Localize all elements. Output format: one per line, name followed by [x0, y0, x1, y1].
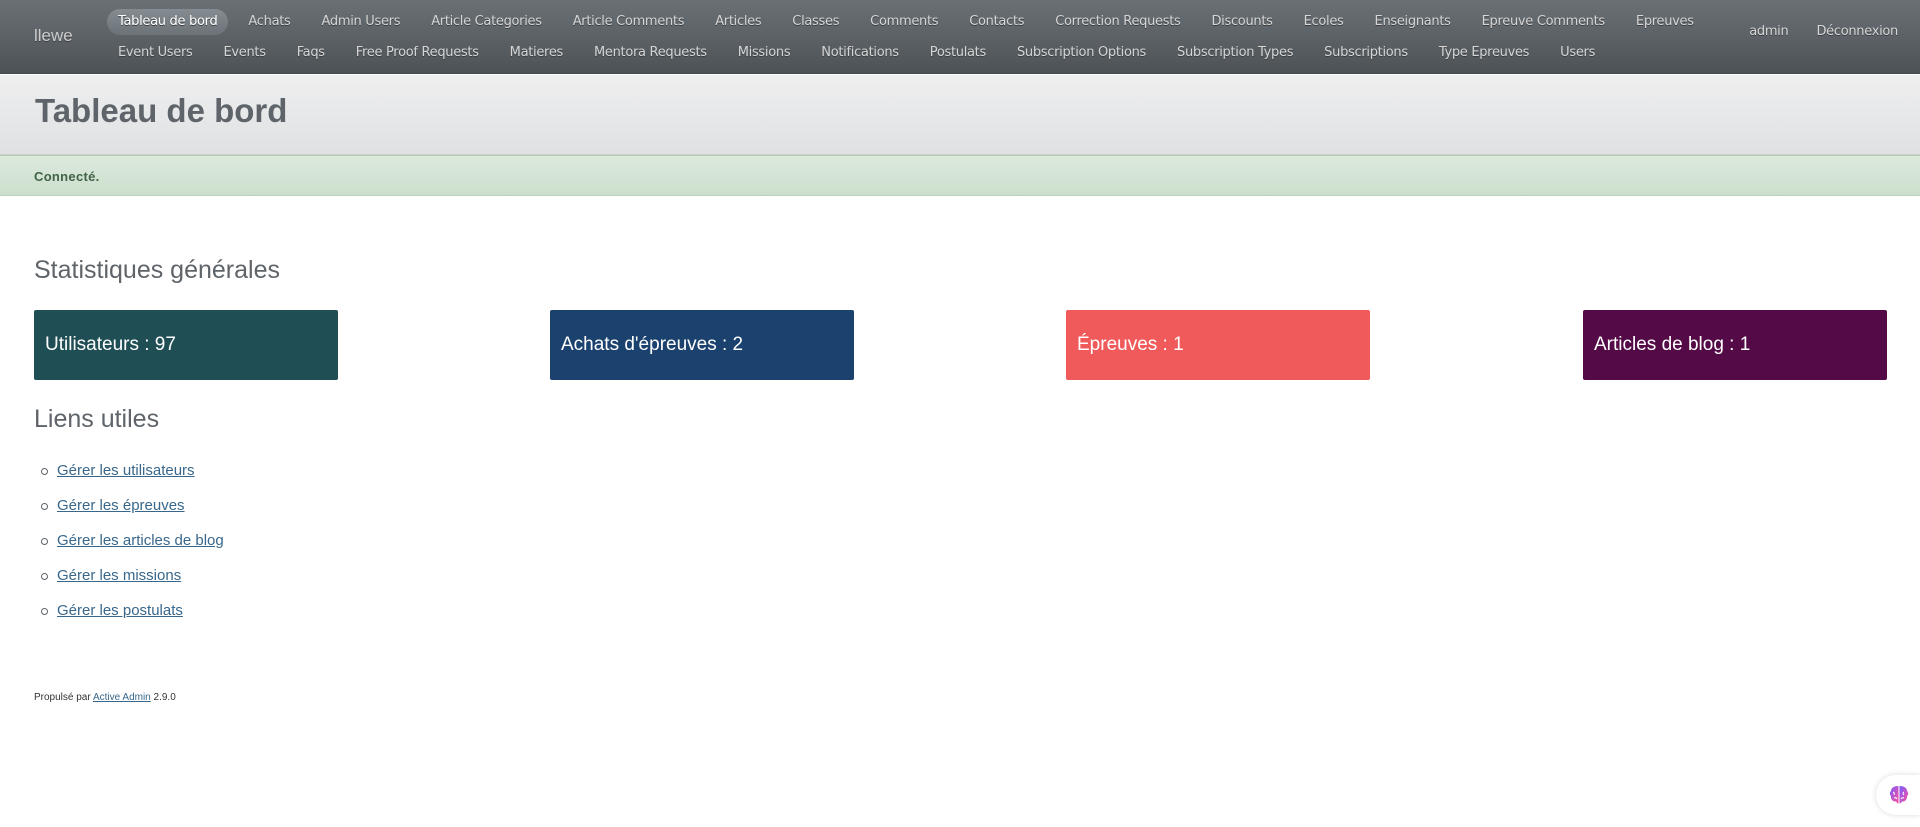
nav-item-subscription-options[interactable]: Subscription Options [1006, 40, 1157, 66]
links-section-title: Liens utiles [34, 405, 160, 433]
bullet-icon [41, 503, 48, 510]
useful-links-list: Gérer les utilisateurs Gérer les épreuve… [41, 462, 224, 637]
flash-notice: Connecté. [0, 155, 1920, 196]
bullet-icon [41, 468, 48, 475]
nav-item-admin-users[interactable]: Admin Users [311, 9, 412, 35]
nav-item-subscription-types[interactable]: Subscription Types [1166, 40, 1304, 66]
nav-item-contacts[interactable]: Contacts [958, 9, 1035, 35]
list-item: Gérer les missions [41, 567, 224, 602]
title-bar: Tableau de bord [0, 74, 1920, 155]
link-manage-exams[interactable]: Gérer les épreuves [57, 497, 185, 514]
logout-link[interactable]: Déconnexion [1816, 24, 1898, 39]
nav-item-event-users[interactable]: Event Users [107, 40, 203, 66]
nav-item-postulats[interactable]: Postulats [919, 40, 997, 66]
nav-item-matieres[interactable]: Matieres [499, 40, 574, 66]
nav-item-subscriptions[interactable]: Subscriptions [1313, 40, 1419, 66]
nav-item-epreuve-comments[interactable]: Epreuve Comments [1471, 9, 1616, 35]
nav-item-events[interactable]: Events [212, 40, 276, 66]
nav-item-users[interactable]: Users [1549, 40, 1606, 66]
footer-active-admin-link[interactable]: Active Admin [93, 692, 151, 703]
nav-item-faqs[interactable]: Faqs [286, 40, 336, 66]
stat-card-blog-articles: Articles de blog : 1 [1583, 310, 1887, 380]
link-manage-users[interactable]: Gérer les utilisateurs [57, 462, 195, 479]
nav-item-mentora-requests[interactable]: Mentora Requests [583, 40, 718, 66]
bullet-icon [41, 608, 48, 615]
stats-section-title: Statistiques générales [34, 256, 280, 284]
main-nav-row-2: Event Users Events Faqs Free Proof Requests… [107, 40, 1615, 66]
nav-item-article-categories[interactable]: Article Categories [420, 9, 553, 35]
nav-item-ecoles[interactable]: Ecoles [1293, 9, 1355, 35]
nav-item-enseignants[interactable]: Enseignants [1364, 9, 1462, 35]
nav-item-type-epreuves[interactable]: Type Epreuves [1428, 40, 1540, 66]
nav-item-epreuves[interactable]: Epreuves [1625, 9, 1705, 35]
brain-icon [1889, 786, 1909, 804]
utility-nav: admin Déconnexion [1721, 24, 1898, 39]
page-title: Tableau de bord [35, 92, 288, 129]
list-item: Gérer les articles de blog [41, 532, 224, 567]
link-manage-blog-articles[interactable]: Gérer les articles de blog [57, 532, 224, 549]
nav-item-classes[interactable]: Classes [781, 9, 850, 35]
list-item: Gérer les postulats [41, 602, 224, 637]
floating-extension-button[interactable] [1876, 775, 1920, 815]
stat-card-users: Utilisateurs : 97 [34, 310, 338, 380]
link-manage-missions[interactable]: Gérer les missions [57, 567, 181, 584]
footer-prefix: Propulsé par [34, 692, 91, 703]
footer: Propulsé par Active Admin 2.9.0 [34, 692, 176, 703]
nav-item-correction-requests[interactable]: Correction Requests [1044, 9, 1191, 35]
nav-item-missions[interactable]: Missions [727, 40, 802, 66]
nav-item-articles[interactable]: Articles [704, 9, 772, 35]
nav-item-discounts[interactable]: Discounts [1200, 9, 1283, 35]
bullet-icon [41, 573, 48, 580]
list-item: Gérer les utilisateurs [41, 462, 224, 497]
footer-version: 2.9.0 [153, 692, 176, 703]
header: llewe Tableau de bord Achats Admin Users Ar… [0, 0, 1920, 74]
nav-item-notifications[interactable]: Notifications [810, 40, 909, 66]
link-manage-postulats[interactable]: Gérer les postulats [57, 602, 183, 619]
site-title[interactable]: llewe [34, 26, 73, 46]
flash-notice-text: Connecté. [34, 169, 100, 184]
bullet-icon [41, 538, 48, 545]
nav-item-comments[interactable]: Comments [859, 9, 949, 35]
main-nav-row-1: Tableau de bord Achats Admin Users Article … [107, 9, 1714, 35]
current-user-link[interactable]: admin [1749, 24, 1789, 39]
stat-card-exams: Épreuves : 1 [1066, 310, 1370, 380]
nav-item-tableau-de-bord[interactable]: Tableau de bord [107, 9, 229, 35]
stat-card-exam-purchases: Achats d'épreuves : 2 [550, 310, 854, 380]
nav-item-article-comments[interactable]: Article Comments [562, 9, 696, 35]
nav-item-achats[interactable]: Achats [237, 9, 301, 35]
list-item: Gérer les épreuves [41, 497, 224, 532]
nav-item-free-proof-requests[interactable]: Free Proof Requests [345, 40, 490, 66]
